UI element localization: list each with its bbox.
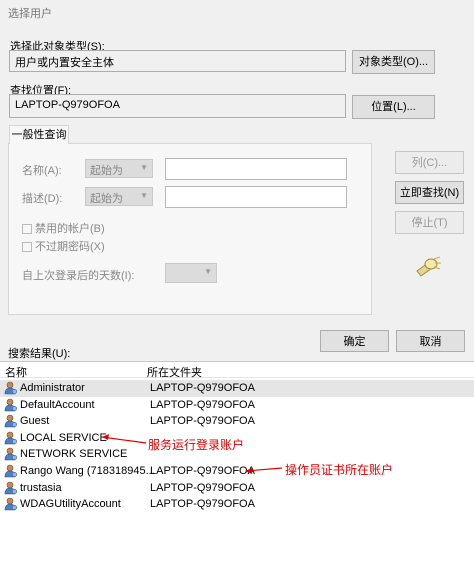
annotation-service-account: 服务运行登录账户 xyxy=(148,438,245,452)
annotation-arrows xyxy=(101,434,283,474)
tab-common-queries[interactable]: 一般性查询 xyxy=(9,125,69,144)
annotation-cert-account: 操作员证书所在账户 xyxy=(285,463,394,477)
